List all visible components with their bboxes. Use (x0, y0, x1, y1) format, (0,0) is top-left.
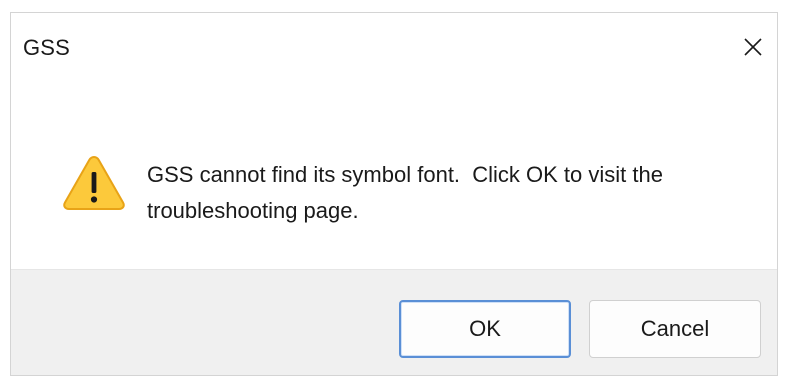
close-icon (744, 38, 762, 56)
button-bar: OK Cancel (11, 269, 777, 375)
message-text: GSS cannot find its symbol font. Click O… (147, 157, 747, 229)
title-bar: GSS (11, 13, 777, 79)
screenshot-frame: GSS GSS cannot find its symbol font. Cli… (0, 0, 790, 378)
window-title: GSS (23, 35, 71, 60)
close-button[interactable] (733, 27, 773, 67)
cancel-button[interactable]: Cancel (589, 300, 761, 358)
dialog-content: GSS cannot find its symbol font. Click O… (11, 79, 777, 269)
ok-button[interactable]: OK (399, 300, 571, 358)
message-dialog: GSS GSS cannot find its symbol font. Cli… (10, 12, 778, 376)
message-line-1: GSS cannot find its symbol font. Click O… (147, 162, 663, 187)
warning-icon (63, 155, 125, 210)
message-line-2: troubleshooting page. (147, 198, 359, 223)
